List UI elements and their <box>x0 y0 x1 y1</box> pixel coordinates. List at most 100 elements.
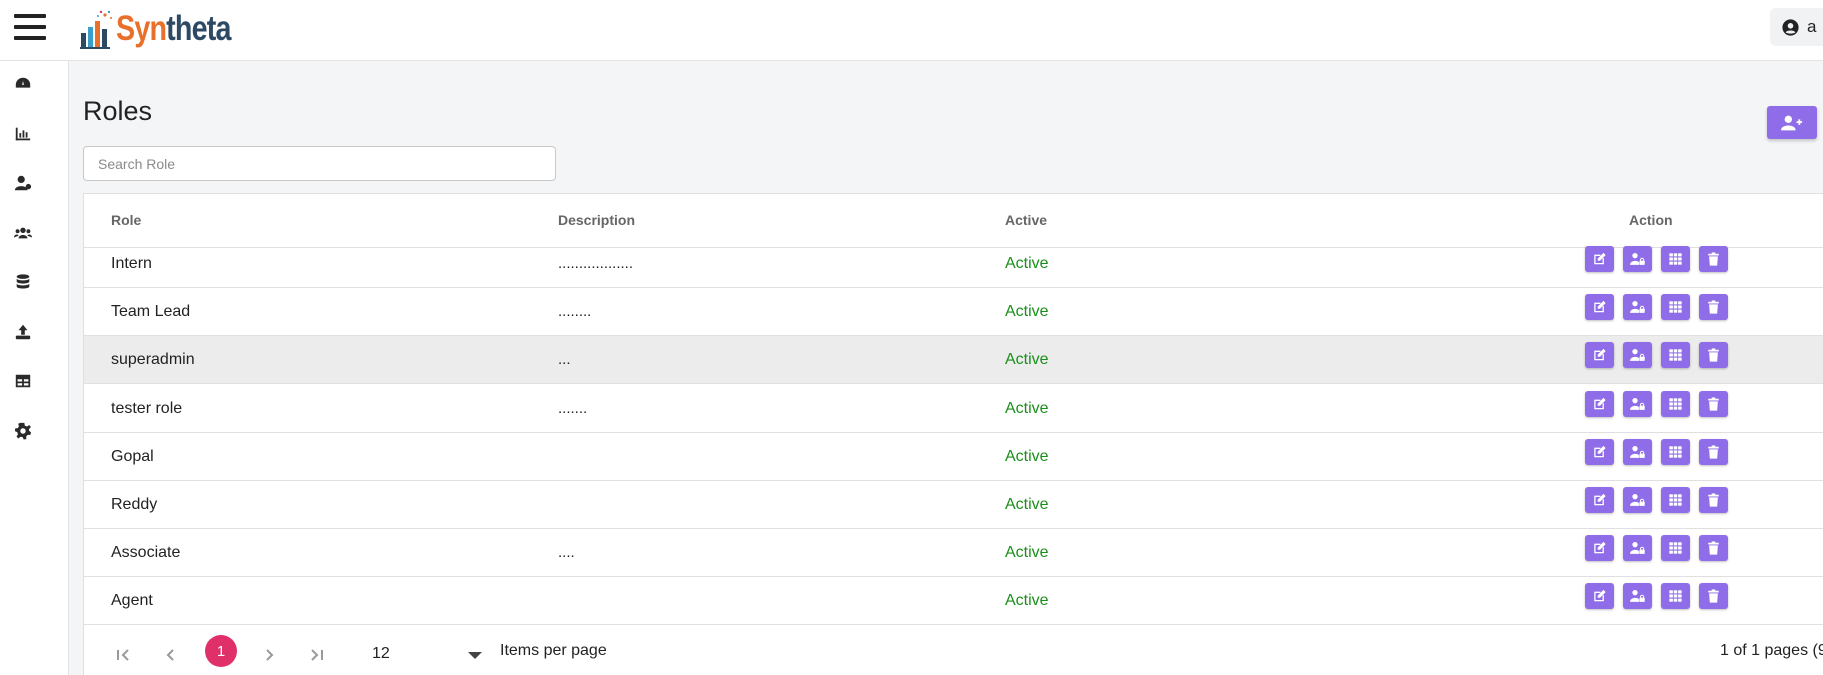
role-name-cell: Associate <box>111 544 181 562</box>
sidebar-item-user-management[interactable] <box>12 172 34 194</box>
brand-logo[interactable]: Syntheta <box>80 2 256 56</box>
page-number-current[interactable]: 1 <box>205 635 237 667</box>
role-name-cell: tester role <box>111 399 183 417</box>
search-input[interactable] <box>83 146 556 181</box>
table-row[interactable]: Gopal Active <box>84 433 1823 481</box>
row-actions <box>1585 294 1737 321</box>
menu-icon[interactable] <box>14 14 46 42</box>
sidebar-item-settings[interactable] <box>12 420 34 442</box>
column-header-description[interactable]: Description <box>558 212 635 228</box>
role-access-grid-button[interactable] <box>1661 246 1690 272</box>
role-permissions-button[interactable] <box>1623 487 1652 513</box>
items-per-page-value: 12 <box>372 645 390 662</box>
add-user-icon <box>1781 115 1803 130</box>
role-permissions-button[interactable] <box>1623 390 1652 417</box>
status-badge: Active <box>1005 592 1049 610</box>
add-role-button[interactable] <box>1767 106 1817 139</box>
page-range-label: 1 of 1 pages (9 <box>1720 642 1823 659</box>
column-header-role[interactable]: Role <box>111 212 141 228</box>
sidebar-item-dashboard[interactable] <box>12 73 34 95</box>
delete-role-button[interactable] <box>1699 246 1728 272</box>
chevron-left-icon <box>166 649 174 661</box>
user-lock-icon <box>1630 542 1645 555</box>
sidebar-item-reports[interactable] <box>12 123 34 145</box>
role-name-cell: superadmin <box>111 351 195 369</box>
edit-icon <box>1594 349 1606 361</box>
delete-role-button[interactable] <box>1699 390 1728 417</box>
role-access-grid-button[interactable] <box>1661 583 1690 610</box>
gear-icon <box>14 422 32 440</box>
table-row[interactable]: Intern.................. Active <box>84 240 1823 288</box>
items-per-page-select[interactable]: 12 <box>372 640 512 664</box>
role-access-grid-button[interactable] <box>1661 342 1690 369</box>
edit-role-button[interactable] <box>1585 487 1614 513</box>
table-row[interactable]: Agent Active <box>84 577 1823 626</box>
role-permissions-button[interactable] <box>1623 294 1652 321</box>
role-permissions-button[interactable] <box>1623 438 1652 465</box>
edit-role-button[interactable] <box>1585 342 1614 369</box>
edit-role-button[interactable] <box>1585 246 1614 272</box>
sidebar-item-tables[interactable] <box>12 370 34 392</box>
sidebar-item-upload[interactable] <box>12 321 34 343</box>
role-permissions-button[interactable] <box>1623 342 1652 369</box>
row-actions <box>1585 342 1737 369</box>
role-permissions-button[interactable] <box>1623 535 1652 562</box>
sidebar-item-users[interactable] <box>12 222 34 244</box>
delete-role-button[interactable] <box>1699 294 1728 321</box>
edit-role-button[interactable] <box>1585 294 1614 321</box>
sidebar <box>0 61 69 675</box>
user-lock-icon <box>1630 301 1645 314</box>
delete-role-button[interactable] <box>1699 535 1728 562</box>
role-access-grid-button[interactable] <box>1661 294 1690 321</box>
role-description-cell: ... <box>558 351 571 369</box>
delete-role-button[interactable] <box>1699 583 1728 610</box>
trash-icon <box>1708 493 1719 507</box>
role-description-cell: ....... <box>558 399 588 417</box>
role-description-cell: .................. <box>558 255 634 272</box>
delete-role-button[interactable] <box>1699 487 1728 513</box>
first-page-button[interactable] <box>113 645 133 665</box>
table-row[interactable]: tester role....... Active <box>84 385 1823 433</box>
sidebar-item-database[interactable] <box>12 271 34 293</box>
chevron-right-icon <box>266 649 274 661</box>
trash-icon <box>1708 252 1719 266</box>
edit-role-button[interactable] <box>1585 438 1614 465</box>
table-row[interactable]: superadmin... Active <box>84 336 1823 385</box>
role-access-grid-button[interactable] <box>1661 438 1690 465</box>
edit-role-button[interactable] <box>1585 535 1614 562</box>
role-access-grid-button[interactable] <box>1661 535 1690 562</box>
role-permissions-button[interactable] <box>1623 583 1652 610</box>
user-menu[interactable]: a <box>1770 8 1823 46</box>
row-actions <box>1585 438 1737 465</box>
table-row[interactable]: Associate.... Active <box>84 529 1823 578</box>
column-header-active[interactable]: Active <box>1005 212 1047 228</box>
grid-icon <box>1669 446 1682 458</box>
trash-icon <box>1708 397 1719 411</box>
users-group-icon <box>14 227 32 239</box>
paginator: 1 12 Items per page 1 of 1 pages (9 <box>84 625 1823 675</box>
first-page-icon <box>117 649 129 661</box>
previous-page-button[interactable] <box>161 645 181 665</box>
status-badge: Active <box>1005 351 1049 369</box>
delete-role-button[interactable] <box>1699 342 1728 369</box>
table-icon <box>15 374 31 388</box>
logo-chart-icon <box>80 10 112 49</box>
edit-role-button[interactable] <box>1585 583 1614 610</box>
edit-icon <box>1594 397 1606 409</box>
role-permissions-button[interactable] <box>1623 246 1652 272</box>
role-access-grid-button[interactable] <box>1661 390 1690 417</box>
edit-icon <box>1594 590 1606 602</box>
role-name-cell: Team Lead <box>111 303 191 321</box>
delete-role-button[interactable] <box>1699 438 1728 465</box>
edit-icon <box>1594 493 1606 506</box>
user-lock-icon <box>1630 397 1645 410</box>
role-access-grid-button[interactable] <box>1661 487 1690 513</box>
edit-role-button[interactable] <box>1585 390 1614 417</box>
database-icon <box>16 274 30 289</box>
last-page-button[interactable] <box>307 645 327 665</box>
user-lock-icon <box>1630 253 1645 265</box>
table-row[interactable]: Team Lead........ Active <box>84 288 1823 337</box>
next-page-button[interactable] <box>259 645 279 665</box>
status-badge: Active <box>1005 303 1049 321</box>
table-row[interactable]: Reddy Active <box>84 481 1823 529</box>
